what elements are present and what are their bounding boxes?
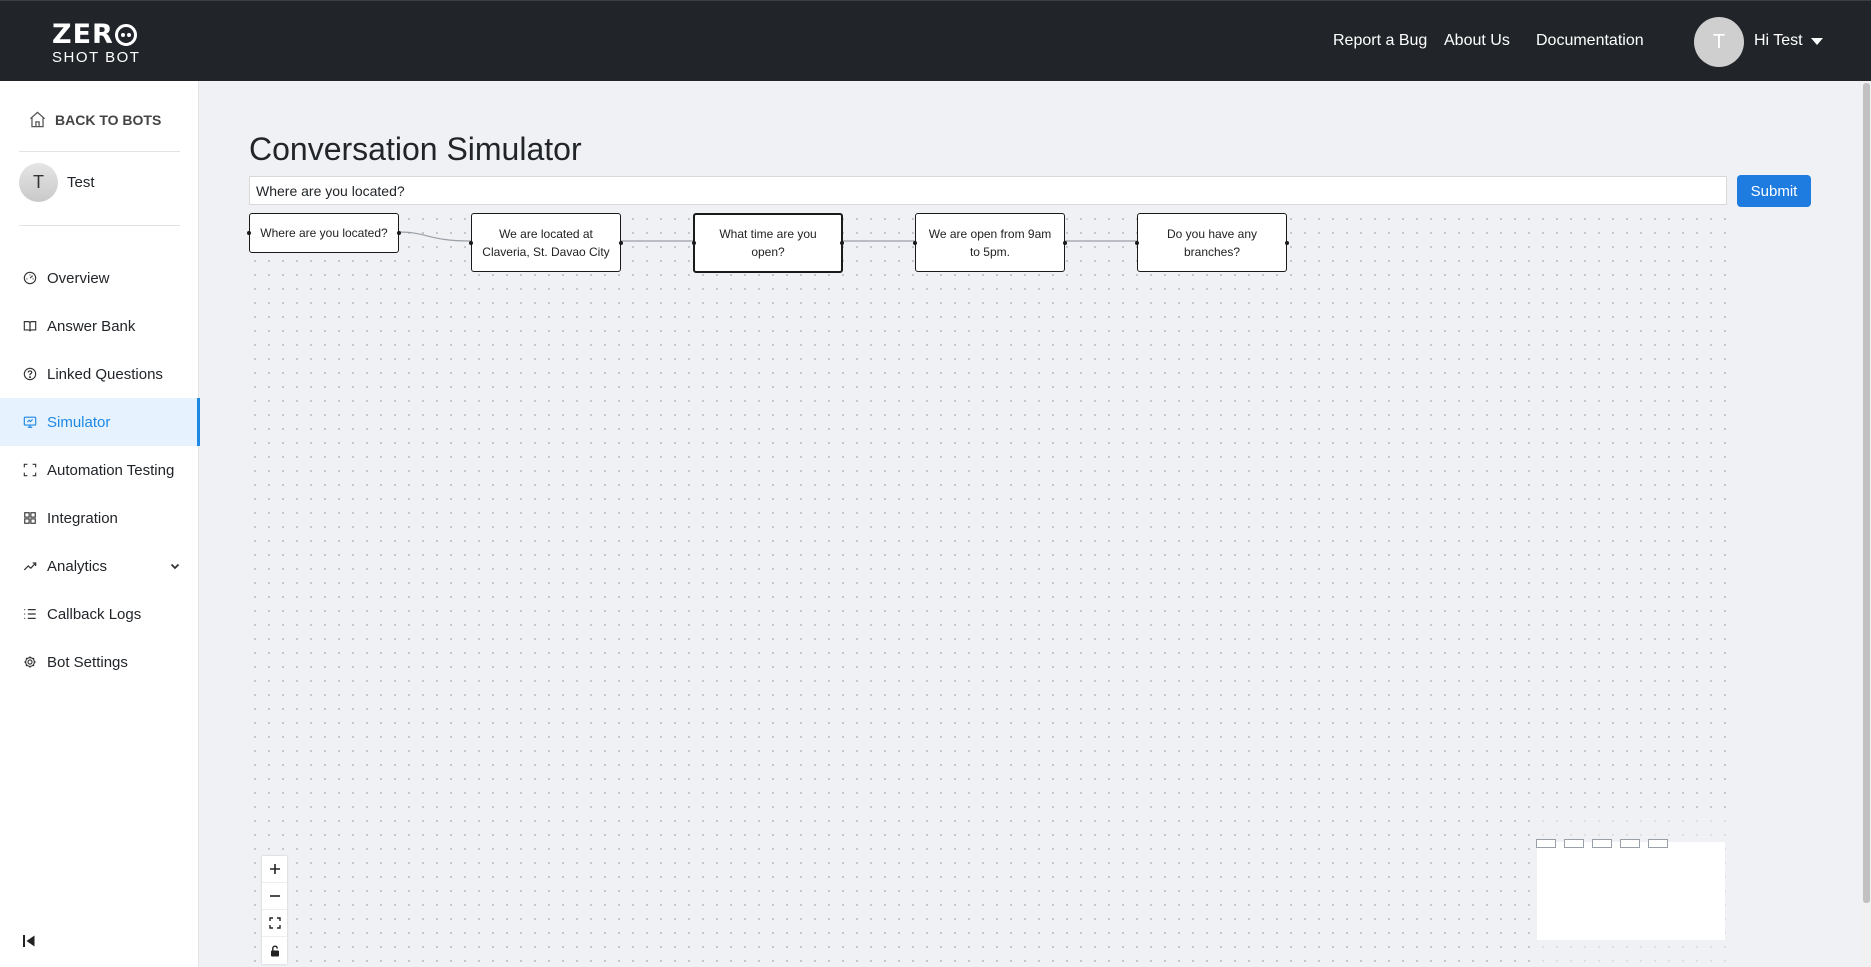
node-text: branches? [1183, 244, 1241, 259]
node-handle[interactable] [469, 240, 473, 245]
flow-node[interactable]: We are open from 9am to 5pm. [913, 213, 1067, 272]
minimap-node [1536, 839, 1556, 848]
minus-icon [269, 895, 280, 897]
node-handle[interactable] [1063, 240, 1067, 245]
sidebar-item-automation-testing[interactable]: Automation Testing [0, 446, 199, 494]
minimap-viewport [1537, 842, 1725, 940]
grid-icon [24, 512, 36, 524]
chevron-down-icon[interactable] [169, 560, 181, 572]
back-to-bots-label: BACK TO BOTS [55, 111, 162, 128]
trend-icon [23, 562, 37, 571]
sidebar-item-label: Answer Bank [47, 317, 136, 335]
bot-name: Test [67, 174, 95, 191]
fullscreen-icon [268, 917, 281, 929]
scrollbar-thumb[interactable] [1863, 83, 1870, 903]
nav-documentation[interactable]: Documentation [1536, 32, 1644, 50]
sidebar-item-answer-bank[interactable]: Answer Bank [0, 302, 199, 350]
minimap-node [1620, 839, 1640, 848]
divider [19, 151, 180, 152]
minimap-node [1592, 839, 1612, 848]
flow-node[interactable]: Where are you located? [247, 213, 401, 253]
node-text: to 5pm. [969, 244, 1010, 259]
minimap-node [1648, 839, 1668, 848]
flow-controls [262, 856, 287, 964]
node-handle[interactable] [692, 241, 696, 245]
logo-subtext: SHOT BOT [52, 49, 141, 66]
sidebar-item-label: Bot Settings [47, 653, 128, 671]
gauge-icon [23, 271, 37, 285]
sidebar-item-integration[interactable]: Integration [0, 494, 199, 542]
minimap[interactable] [1533, 816, 1731, 967]
back-to-bots-link[interactable]: BACK TO BOTS [28, 110, 161, 129]
sidebar-item-callback-logs[interactable]: Callback Logs [0, 590, 199, 638]
bot-avatar: T [19, 163, 58, 202]
node-handle[interactable] [397, 231, 401, 235]
page-title: Conversation Simulator [249, 131, 582, 167]
zoom-in-button[interactable] [262, 856, 287, 883]
node-handle[interactable] [247, 231, 251, 235]
lock-icon [270, 944, 279, 956]
flow-canvas[interactable]: Where are you located? We are located at… [247, 212, 1736, 967]
user-greeting: Hi Test [1754, 32, 1803, 49]
flow-node[interactable]: We are located at Claveria, St. Davao Cit… [469, 213, 623, 272]
node-handle[interactable] [840, 241, 844, 245]
book-icon [23, 321, 37, 332]
gear-icon [24, 656, 36, 668]
nav-report-bug[interactable]: Report a Bug [1333, 32, 1427, 50]
sidebar-item-simulator[interactable]: Simulator [0, 398, 200, 446]
sidebar-item-label: Callback Logs [47, 605, 142, 623]
user-avatar[interactable]: T [1694, 17, 1744, 67]
node-text: Do you have any [1166, 226, 1258, 241]
page-scrollbar[interactable] [1862, 81, 1871, 967]
sidebar-item-label: Simulator [47, 413, 111, 431]
zoom-out-button[interactable] [262, 883, 287, 910]
node-text: We are open from 9am [928, 226, 1052, 241]
caret-down-icon [1810, 37, 1823, 45]
flow-edge [397, 231, 472, 242]
logo-text: ZER [52, 19, 114, 50]
collapse-sidebar-icon[interactable] [22, 934, 36, 948]
nav-about-us[interactable]: About Us [1444, 32, 1510, 50]
bot-identity: T Test [19, 163, 95, 202]
node-text: What time are you [719, 227, 817, 241]
submit-button[interactable]: Submit [1737, 175, 1811, 207]
monitor-icon [23, 416, 37, 428]
node-text: Claveria, St. Davao City [482, 244, 610, 259]
top-navbar: ZER SHOT BOT Report a Bug About Us Docum… [0, 0, 1871, 81]
logo[interactable]: ZER SHOT BOT [52, 21, 140, 65]
sidebar-item-label: Overview [47, 269, 110, 287]
user-menu-dropdown[interactable]: Hi Test [1754, 32, 1823, 50]
sidebar-item-label: Analytics [47, 557, 108, 575]
node-handle[interactable] [1135, 240, 1139, 245]
divider [19, 225, 180, 226]
sidebar-item-label: Integration [47, 509, 118, 527]
scan-icon [23, 463, 37, 477]
sidebar-item-analytics[interactable]: Analytics [0, 542, 199, 590]
flow-node[interactable]: Do you have any branches? [1135, 213, 1289, 272]
fit-view-button[interactable] [262, 910, 287, 937]
home-icon [29, 111, 46, 128]
node-handle[interactable] [913, 240, 917, 245]
logo-robot-icon [114, 23, 137, 46]
sidebar-item-bot-settings[interactable]: Bot Settings [0, 638, 199, 686]
node-text: Where are you located? [260, 226, 388, 240]
lock-button[interactable] [262, 937, 287, 964]
sidebar-item-label: Automation Testing [47, 461, 175, 479]
plus-icon [269, 864, 280, 874]
sidebar: BACK TO BOTS T Test Overview Answer Bank… [0, 81, 200, 967]
flow-node-selected[interactable]: What time are you open? [692, 213, 844, 273]
sidebar-item-overview[interactable]: Overview [0, 254, 199, 302]
node-text: open? [751, 245, 785, 259]
sidebar-menu: Overview Answer Bank Linked Questions Si… [0, 254, 200, 686]
sidebar-item-linked-questions[interactable]: Linked Questions [0, 350, 199, 398]
list-icon [24, 609, 36, 619]
sidebar-item-label: Linked Questions [47, 365, 163, 383]
node-handle[interactable] [619, 240, 623, 245]
minimap-node [1564, 839, 1584, 848]
question-circle-icon [23, 367, 37, 381]
node-handle[interactable] [1285, 240, 1289, 245]
node-text: We are located at [499, 226, 593, 241]
question-input[interactable] [249, 176, 1727, 205]
